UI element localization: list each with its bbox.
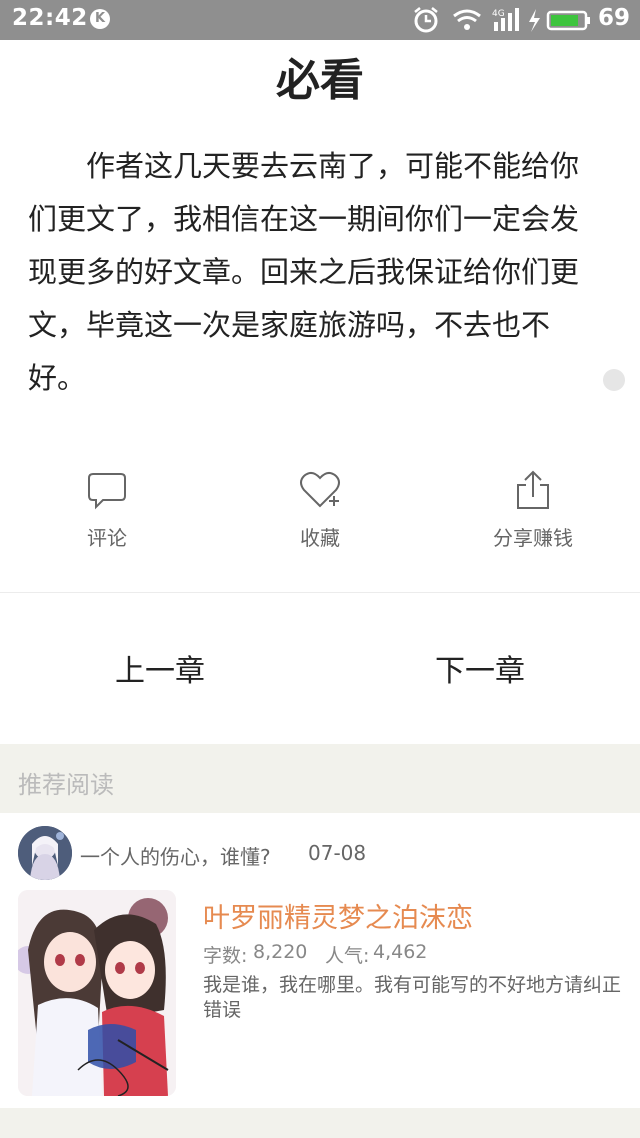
status-time: 22:42: [12, 5, 88, 31]
recommend-date: 07-08: [308, 841, 367, 865]
next-chapter-button[interactable]: 下一章: [360, 646, 600, 690]
share-label: 分享赚钱: [493, 526, 573, 550]
prev-chapter-button[interactable]: 上一章: [40, 646, 280, 690]
status-icons: 4G: [414, 7, 590, 33]
share-icon: [517, 470, 549, 509]
comment-button[interactable]: 评论: [27, 470, 187, 551]
bottom-strip: [0, 1108, 640, 1138]
chapter-title: 必看: [276, 55, 364, 106]
wordcount-value: 8,220: [253, 941, 308, 963]
k-badge-icon: K: [90, 9, 110, 29]
speech-bubble-icon: [88, 473, 126, 510]
signal-icon: 4G: [492, 8, 519, 31]
divider: [0, 592, 640, 593]
alarm-icon: [414, 7, 438, 33]
svg-text:4G: 4G: [492, 9, 505, 19]
article-body: 作者这几天要去云南了，可能不能给你们更文了，我相信在这一期间你们一定会发现更多的…: [28, 149, 580, 395]
charging-icon: [529, 9, 540, 32]
battery-icon: [546, 10, 590, 31]
heart-plus-icon: [300, 472, 340, 508]
favorite-button[interactable]: 收藏: [240, 470, 400, 551]
recommend-header-label: 推荐阅读: [18, 771, 114, 799]
scroll-indicator[interactable]: [603, 369, 625, 391]
avatar[interactable]: [18, 826, 72, 880]
recommend-title[interactable]: 叶罗丽精灵梦之泊沫恋: [203, 896, 473, 935]
popularity-value: 4,462: [373, 941, 428, 963]
book-cover[interactable]: [18, 890, 176, 1096]
status-bar: 22:42 K 4G 69: [0, 0, 640, 40]
favorite-label: 收藏: [300, 526, 340, 550]
wifi-icon: [453, 9, 481, 30]
recommend-author[interactable]: 一个人的伤心，谁懂?: [80, 841, 271, 870]
recommend-header: 推荐阅读: [0, 744, 640, 813]
wordcount-label: 字数:: [203, 945, 248, 967]
share-button[interactable]: 分享赚钱: [453, 470, 613, 551]
battery-percent: 69: [598, 5, 631, 31]
popularity-label: 人气:: [325, 945, 370, 967]
recommend-description: 我是谁，我在哪里。我有可能写的不好地方请纠正错误: [203, 974, 622, 1021]
comment-label: 评论: [87, 526, 127, 550]
